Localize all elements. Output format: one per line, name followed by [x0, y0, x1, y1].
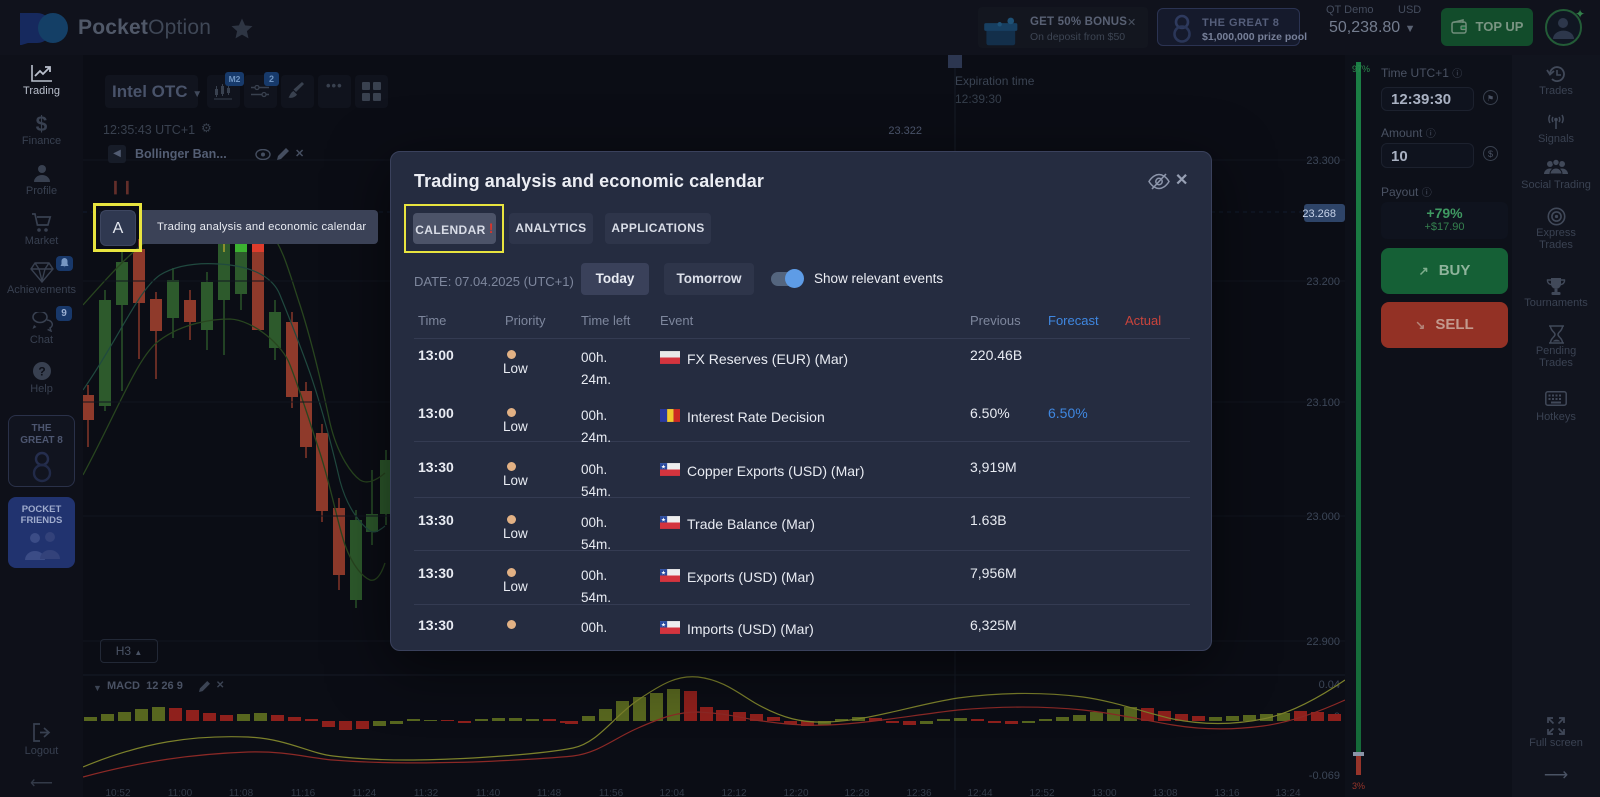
- svg-text:22.900: 22.900: [1306, 636, 1340, 648]
- svg-text:11:00: 11:00: [168, 788, 193, 797]
- svg-text:★: ★: [661, 621, 666, 628]
- svg-text:23.322: 23.322: [888, 125, 922, 137]
- svg-text:13:00: 13:00: [1091, 788, 1116, 797]
- svg-text:12:36: 12:36: [906, 788, 931, 797]
- svg-text:11:16: 11:16: [291, 788, 316, 797]
- svg-text:12:39:30: 12:39:30: [955, 92, 1002, 106]
- svg-text:12:44: 12:44: [967, 788, 992, 797]
- svg-text:13:16: 13:16: [1214, 788, 1239, 797]
- svg-text:12:12: 12:12: [721, 788, 746, 797]
- svg-text:11:40: 11:40: [476, 788, 501, 797]
- svg-text:23.268: 23.268: [1302, 208, 1336, 220]
- svg-text:23.100: 23.100: [1306, 397, 1340, 409]
- svg-text:11:32: 11:32: [414, 788, 439, 797]
- svg-text:11:24: 11:24: [352, 788, 377, 797]
- svg-text:?: ?: [38, 365, 45, 379]
- svg-text:13:08: 13:08: [1152, 788, 1177, 797]
- svg-text:11:48: 11:48: [537, 788, 562, 797]
- svg-text:13:24: 13:24: [1275, 788, 1300, 797]
- svg-text:12:04: 12:04: [659, 788, 684, 797]
- svg-text:12:20: 12:20: [783, 788, 808, 797]
- svg-text:23.000: 23.000: [1306, 511, 1340, 523]
- svg-text:10:52: 10:52: [105, 788, 130, 797]
- svg-text:★: ★: [661, 516, 666, 523]
- svg-text:23.200: 23.200: [1306, 276, 1340, 288]
- svg-text:Expiration time: Expiration time: [955, 74, 1035, 88]
- svg-text:★: ★: [661, 463, 666, 470]
- svg-text:★: ★: [661, 569, 666, 576]
- svg-text:12:28: 12:28: [844, 788, 869, 797]
- svg-text:12:52: 12:52: [1029, 788, 1054, 797]
- svg-text:11:56: 11:56: [599, 788, 624, 797]
- svg-text:-0.069: -0.069: [1309, 770, 1340, 782]
- svg-text:23.300: 23.300: [1306, 155, 1340, 167]
- svg-text:11:08: 11:08: [229, 788, 254, 797]
